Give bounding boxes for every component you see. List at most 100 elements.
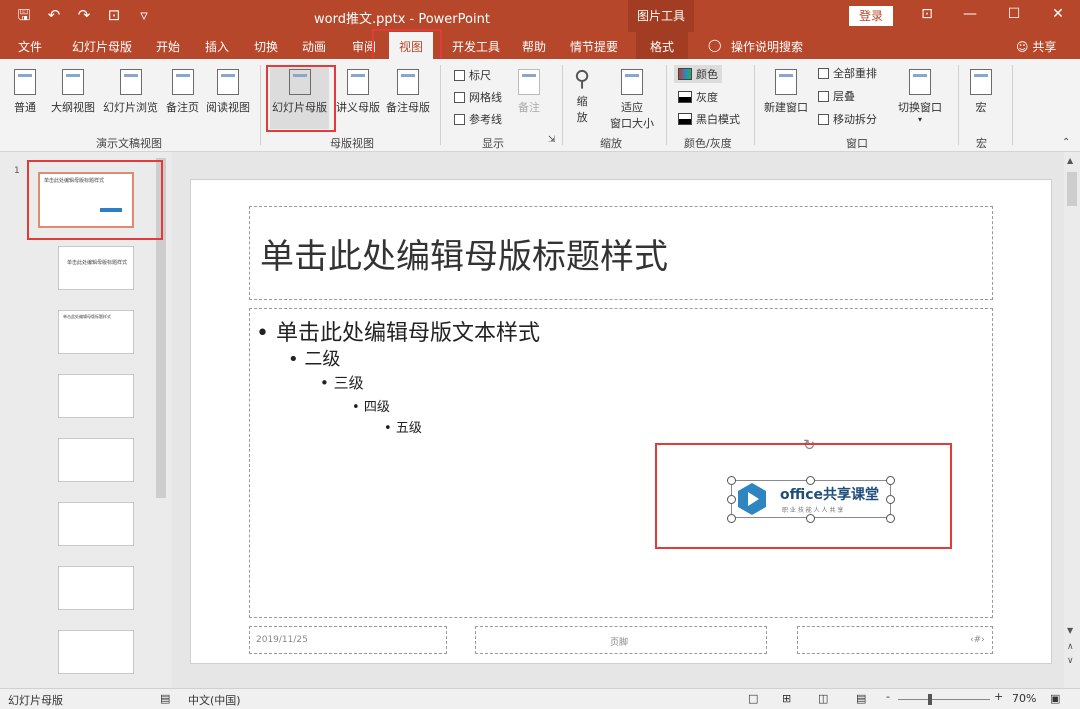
resize-handle[interactable] xyxy=(886,476,895,485)
slide-master-button[interactable]: 幻灯片母版 xyxy=(270,67,329,129)
undo-icon[interactable]: ↶ xyxy=(44,6,64,24)
group-separator xyxy=(440,65,441,145)
title-placeholder[interactable]: 单击此处编辑母版标题样式 xyxy=(249,206,993,300)
slide-show-status-icon[interactable]: ▤ xyxy=(856,692,866,705)
switch-windows-button[interactable]: 切换窗口 ▾ xyxy=(898,69,942,124)
zoom-in-button[interactable]: + xyxy=(994,690,1003,703)
login-button[interactable]: 登录 xyxy=(849,6,893,26)
slide-sorter-button[interactable]: 幻灯片浏览 xyxy=(103,69,158,115)
tab-transitions[interactable]: 切换 xyxy=(254,38,278,55)
notes-master-button[interactable]: 备注母版 xyxy=(386,69,430,115)
scroll-up-icon[interactable]: ▲ xyxy=(1067,156,1073,165)
resize-handle[interactable] xyxy=(886,495,895,504)
tab-view[interactable]: 视图 xyxy=(389,32,434,59)
collapse-ribbon-icon[interactable]: ⌃ xyxy=(1062,137,1070,148)
rotate-handle-icon[interactable]: ↻ xyxy=(803,436,816,454)
guides-checkbox[interactable]: 参考线 xyxy=(454,111,502,127)
maximize-icon[interactable]: ☐ xyxy=(1002,6,1026,22)
notes-page-button[interactable]: 备注页 xyxy=(166,69,199,115)
layout-thumbnail[interactable]: 单击此处编辑母版标题样式 xyxy=(58,246,134,290)
zoom-out-button[interactable]: - xyxy=(886,690,890,703)
notes-button[interactable]: 备注 xyxy=(518,69,540,115)
tab-review[interactable]: 审阅 xyxy=(352,38,376,55)
layout-thumbnail[interactable] xyxy=(58,502,134,546)
handout-master-button[interactable]: 讲义母版 xyxy=(336,69,380,115)
status-language[interactable]: 中文(中国) xyxy=(188,692,241,708)
ruler-checkbox[interactable]: 标尺 xyxy=(454,67,491,83)
gridlines-checkbox[interactable]: 网格线 xyxy=(454,89,502,105)
slide-editing-area: 单击此处编辑母版标题样式 • 单击此处编辑母版文本样式 • 二级 • 三级 • … xyxy=(172,152,1064,688)
tell-me-search[interactable]: 操作说明搜索 xyxy=(731,38,803,55)
scrollbar-thumb[interactable] xyxy=(156,158,166,498)
tab-help[interactable]: 帮助 xyxy=(522,38,546,55)
zoom-percent[interactable]: 70% xyxy=(1012,692,1036,705)
scroll-down-icon[interactable]: ▼ xyxy=(1067,626,1073,635)
tab-storyboard[interactable]: 情节提要 xyxy=(570,38,618,55)
footer-placeholder[interactable]: 页脚 xyxy=(475,626,767,654)
move-split-button[interactable]: 移动拆分 xyxy=(818,111,877,127)
reading-view-status-icon[interactable]: ◫ xyxy=(818,692,828,705)
show-dialog-launcher-icon[interactable]: ⇲ xyxy=(548,135,556,145)
accessibility-icon[interactable]: ▤ xyxy=(160,692,170,705)
save-icon[interactable]: 🖫 xyxy=(14,6,34,24)
fit-label-line2: 窗口大小 xyxy=(610,117,654,130)
resize-handle[interactable] xyxy=(886,514,895,523)
minimize-icon[interactable]: — xyxy=(958,6,982,22)
slide-sorter-status-icon[interactable]: ⊞ xyxy=(782,692,791,705)
reading-view-button[interactable]: 阅读视图 xyxy=(206,69,250,115)
resize-handle[interactable] xyxy=(806,514,815,523)
slide-scrollbar[interactable]: ▲ ▼ ∧ ∨ xyxy=(1064,152,1080,688)
logo-picture[interactable]: office共享课堂 职 业 技 能 人 人 共 享 xyxy=(731,480,891,518)
layout-thumbnail[interactable] xyxy=(58,438,134,482)
zoom-button[interactable]: ⚲ 缩 放 xyxy=(574,67,590,125)
slide-number-text: ‹#› xyxy=(970,635,985,645)
previous-slide-icon[interactable]: ∧ xyxy=(1067,642,1074,652)
layout-thumbnail[interactable] xyxy=(58,630,134,674)
fit-to-window-button[interactable]: 适应 窗口大小 xyxy=(610,69,654,131)
slide-number-placeholder[interactable]: ‹#› xyxy=(797,626,993,654)
close-icon[interactable]: ✕ xyxy=(1046,6,1070,22)
arrange-all-button[interactable]: 全部重排 xyxy=(818,65,877,81)
fit-label-line1: 适应 xyxy=(621,101,643,114)
ribbon-display-options-icon[interactable]: ⊡ xyxy=(915,6,939,22)
resize-handle[interactable] xyxy=(806,476,815,485)
thumbnail-scrollbar[interactable] xyxy=(154,152,168,688)
outline-view-button[interactable]: 大纲视图 xyxy=(51,69,95,115)
share-button[interactable]: ☺ 共享 xyxy=(1016,38,1056,55)
layout-thumbnail[interactable] xyxy=(58,374,134,418)
zoom-slider-thumb[interactable] xyxy=(928,694,932,705)
layout-thumbnail[interactable] xyxy=(58,566,134,610)
start-from-beginning-icon[interactable]: ⊡ xyxy=(104,6,124,24)
tab-developer[interactable]: 开发工具 xyxy=(452,38,500,55)
layout-thumbnail[interactable]: 单击此处编辑母版标题样式 xyxy=(58,310,134,354)
redo-icon[interactable]: ↷ xyxy=(74,6,94,24)
grayscale-button[interactable]: 灰度 xyxy=(678,89,718,105)
zoom-slider-track[interactable] xyxy=(898,699,990,700)
tab-home[interactable]: 开始 xyxy=(156,38,180,55)
next-slide-icon[interactable]: ∨ xyxy=(1067,656,1074,666)
date-placeholder[interactable]: 2019/11/25 xyxy=(249,626,447,654)
text-level-2-label: 二级 xyxy=(304,349,341,370)
resize-handle[interactable] xyxy=(727,495,736,504)
customize-qat-icon[interactable]: ▿ xyxy=(134,6,154,24)
tab-file[interactable]: 文件 xyxy=(18,38,42,55)
new-window-button[interactable]: 新建窗口 xyxy=(764,69,808,115)
body-placeholder[interactable]: • 单击此处编辑母版文本样式 • 二级 • 三级 • 四级 • 五级 xyxy=(249,308,993,618)
macros-button[interactable]: 宏 xyxy=(970,69,992,115)
bw-button[interactable]: 黑白模式 xyxy=(678,111,740,127)
tab-animations[interactable]: 动画 xyxy=(302,38,326,55)
normal-view-button[interactable]: 普通 xyxy=(14,69,36,115)
master-thumbnail[interactable]: 单击此处编辑母版标题样式 xyxy=(38,172,134,228)
color-button[interactable]: 颜色 xyxy=(674,65,722,83)
fit-slide-icon[interactable]: ▣ xyxy=(1050,692,1060,705)
scrollbar-thumb[interactable] xyxy=(1067,172,1077,206)
cascade-button[interactable]: 层叠 xyxy=(818,88,855,104)
group-separator xyxy=(260,65,261,145)
resize-handle[interactable] xyxy=(727,476,736,485)
tab-slide-master[interactable]: 幻灯片母版 xyxy=(72,38,132,55)
tab-insert[interactable]: 插入 xyxy=(205,38,229,55)
cascade-label: 层叠 xyxy=(833,90,855,103)
tab-format[interactable]: 格式 xyxy=(636,32,689,59)
normal-view-status-icon[interactable]: □ xyxy=(748,692,758,705)
resize-handle[interactable] xyxy=(727,514,736,523)
